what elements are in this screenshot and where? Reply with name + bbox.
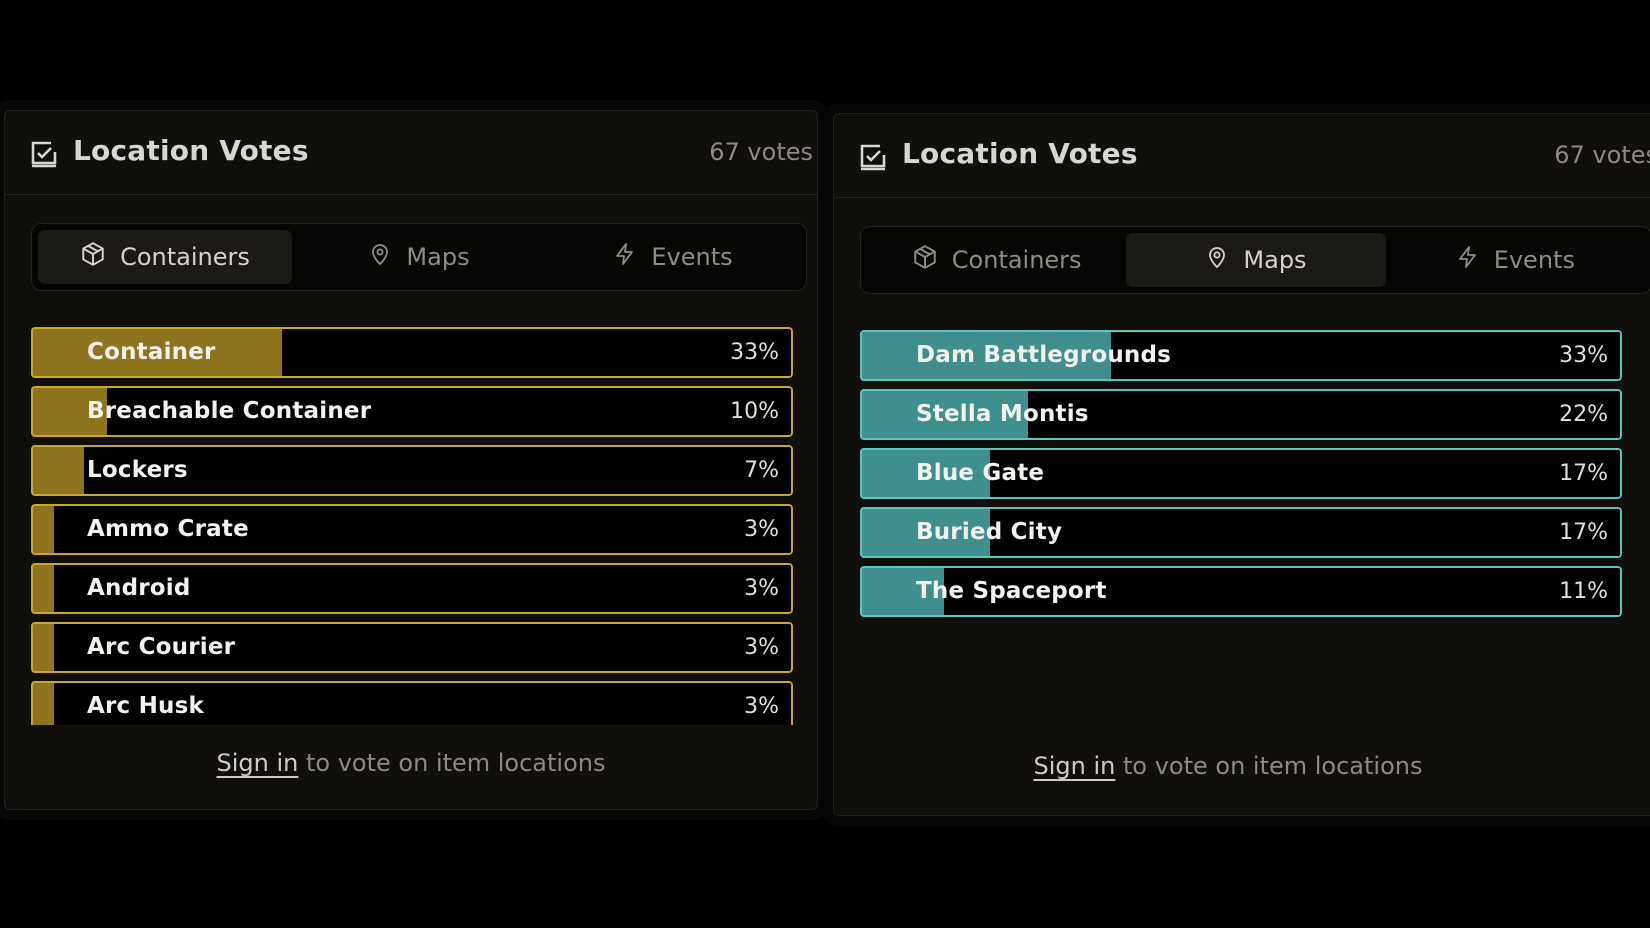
vote-row[interactable]: Android 3% xyxy=(31,563,793,614)
vote-row-label: Stella Montis xyxy=(916,401,1089,427)
vote-row-label: Buried City xyxy=(916,519,1063,545)
sign-in-prompt: Sign in to vote on item locations xyxy=(5,749,817,777)
vote-row[interactable]: Blue Gate 17% xyxy=(860,448,1622,499)
box-icon xyxy=(912,244,938,276)
tab-bar: Containers Maps Events xyxy=(860,226,1650,294)
vote-row-label: Breachable Container xyxy=(87,398,372,424)
vote-row-percent: 7% xyxy=(744,458,779,483)
vote-row-percent: 11% xyxy=(1559,579,1608,604)
vote-row[interactable]: Ammo Crate 3% xyxy=(31,504,793,555)
panel-header: Location Votes 67 votes xyxy=(5,111,817,195)
sign-in-prompt: Sign in to vote on item locations xyxy=(834,752,1622,780)
tab-label: Maps xyxy=(406,243,470,271)
vote-list: Container 33% Breachable Container 10% Locke… xyxy=(31,327,793,725)
vote-bar-fill xyxy=(31,445,85,496)
vote-row[interactable]: Buried City 17% xyxy=(860,507,1622,558)
vote-row-percent: 22% xyxy=(1559,402,1608,427)
tab-containers[interactable]: Containers xyxy=(38,230,292,284)
vote-row-percent: 17% xyxy=(1559,520,1608,545)
map-pin-icon xyxy=(368,241,392,273)
location-votes-panel-containers: Location Votes 67 votes Containers Maps xyxy=(4,110,818,810)
panel-title: Location Votes xyxy=(73,134,309,167)
tab-bar: Containers Maps Events xyxy=(31,223,807,291)
vote-row[interactable]: Dam Battlegrounds 33% xyxy=(860,330,1622,381)
vote-bar-fill xyxy=(31,563,54,614)
checkbox-icon xyxy=(856,142,890,172)
tab-events[interactable]: Events xyxy=(546,230,800,284)
box-icon xyxy=(80,241,106,273)
vote-row-percent: 3% xyxy=(744,517,779,542)
tab-label: Containers xyxy=(120,243,250,271)
vote-row-label: Blue Gate xyxy=(916,460,1045,486)
vote-row[interactable]: Arc Courier 3% xyxy=(31,622,793,673)
tab-label: Containers xyxy=(951,246,1082,274)
location-votes-panel-maps: Location Votes 67 votes Containers Maps xyxy=(833,113,1650,816)
vote-row-label: Container xyxy=(87,339,216,365)
panel-title: Location Votes xyxy=(902,137,1138,170)
screen: Location Votes 67 votes Containers Maps xyxy=(0,0,1650,928)
vote-row-label: Arc Husk xyxy=(87,693,204,719)
vote-row[interactable]: Stella Montis 22% xyxy=(860,389,1622,440)
tab-label: Events xyxy=(651,243,733,271)
sign-in-text: to vote on item locations xyxy=(1115,752,1423,780)
tab-containers[interactable]: Containers xyxy=(867,233,1126,287)
vote-row-label: Android xyxy=(87,575,191,601)
map-pin-icon xyxy=(1205,244,1229,276)
sign-in-text: to vote on item locations xyxy=(298,749,606,777)
tab-events[interactable]: Events xyxy=(1386,233,1645,287)
lightning-icon xyxy=(613,241,637,273)
vote-row-label: Arc Courier xyxy=(87,634,236,660)
vote-row-label: Lockers xyxy=(87,457,188,483)
vote-bar-fill xyxy=(31,681,54,725)
vote-list: Dam Battlegrounds 33% Stella Montis 22% Blue… xyxy=(860,330,1622,630)
vote-row-percent: 33% xyxy=(730,340,779,365)
vote-count: 67 votes xyxy=(709,138,813,166)
panel-header: Location Votes 67 votes xyxy=(834,114,1650,198)
vote-row-percent: 17% xyxy=(1559,461,1608,486)
lightning-icon xyxy=(1456,244,1480,276)
vote-row-label: Dam Battlegrounds xyxy=(916,342,1172,368)
vote-row-percent: 33% xyxy=(1559,343,1608,368)
sign-in-link[interactable]: Sign in xyxy=(216,749,298,777)
tab-label: Maps xyxy=(1243,246,1307,274)
vote-row[interactable]: Arc Husk 3% xyxy=(31,681,793,725)
vote-row-percent: 3% xyxy=(744,635,779,660)
vote-row-percent: 10% xyxy=(730,399,779,424)
tab-maps[interactable]: Maps xyxy=(1126,233,1386,287)
vote-bar-fill xyxy=(31,504,54,555)
tab-maps[interactable]: Maps xyxy=(292,230,546,284)
checkbox-icon xyxy=(27,139,61,169)
vote-row-label: Ammo Crate xyxy=(87,516,249,542)
vote-row-percent: 3% xyxy=(744,576,779,601)
vote-row-percent: 3% xyxy=(744,694,779,719)
vote-row[interactable]: The Spaceport 11% xyxy=(860,566,1622,617)
vote-row[interactable]: Container 33% xyxy=(31,327,793,378)
vote-row[interactable]: Breachable Container 10% xyxy=(31,386,793,437)
vote-bar-fill xyxy=(31,622,54,673)
vote-count: 67 votes xyxy=(1554,141,1650,169)
vote-row-label: The Spaceport xyxy=(916,578,1107,604)
sign-in-link[interactable]: Sign in xyxy=(1033,752,1115,780)
vote-row[interactable]: Lockers 7% xyxy=(31,445,793,496)
tab-label: Events xyxy=(1493,246,1575,274)
